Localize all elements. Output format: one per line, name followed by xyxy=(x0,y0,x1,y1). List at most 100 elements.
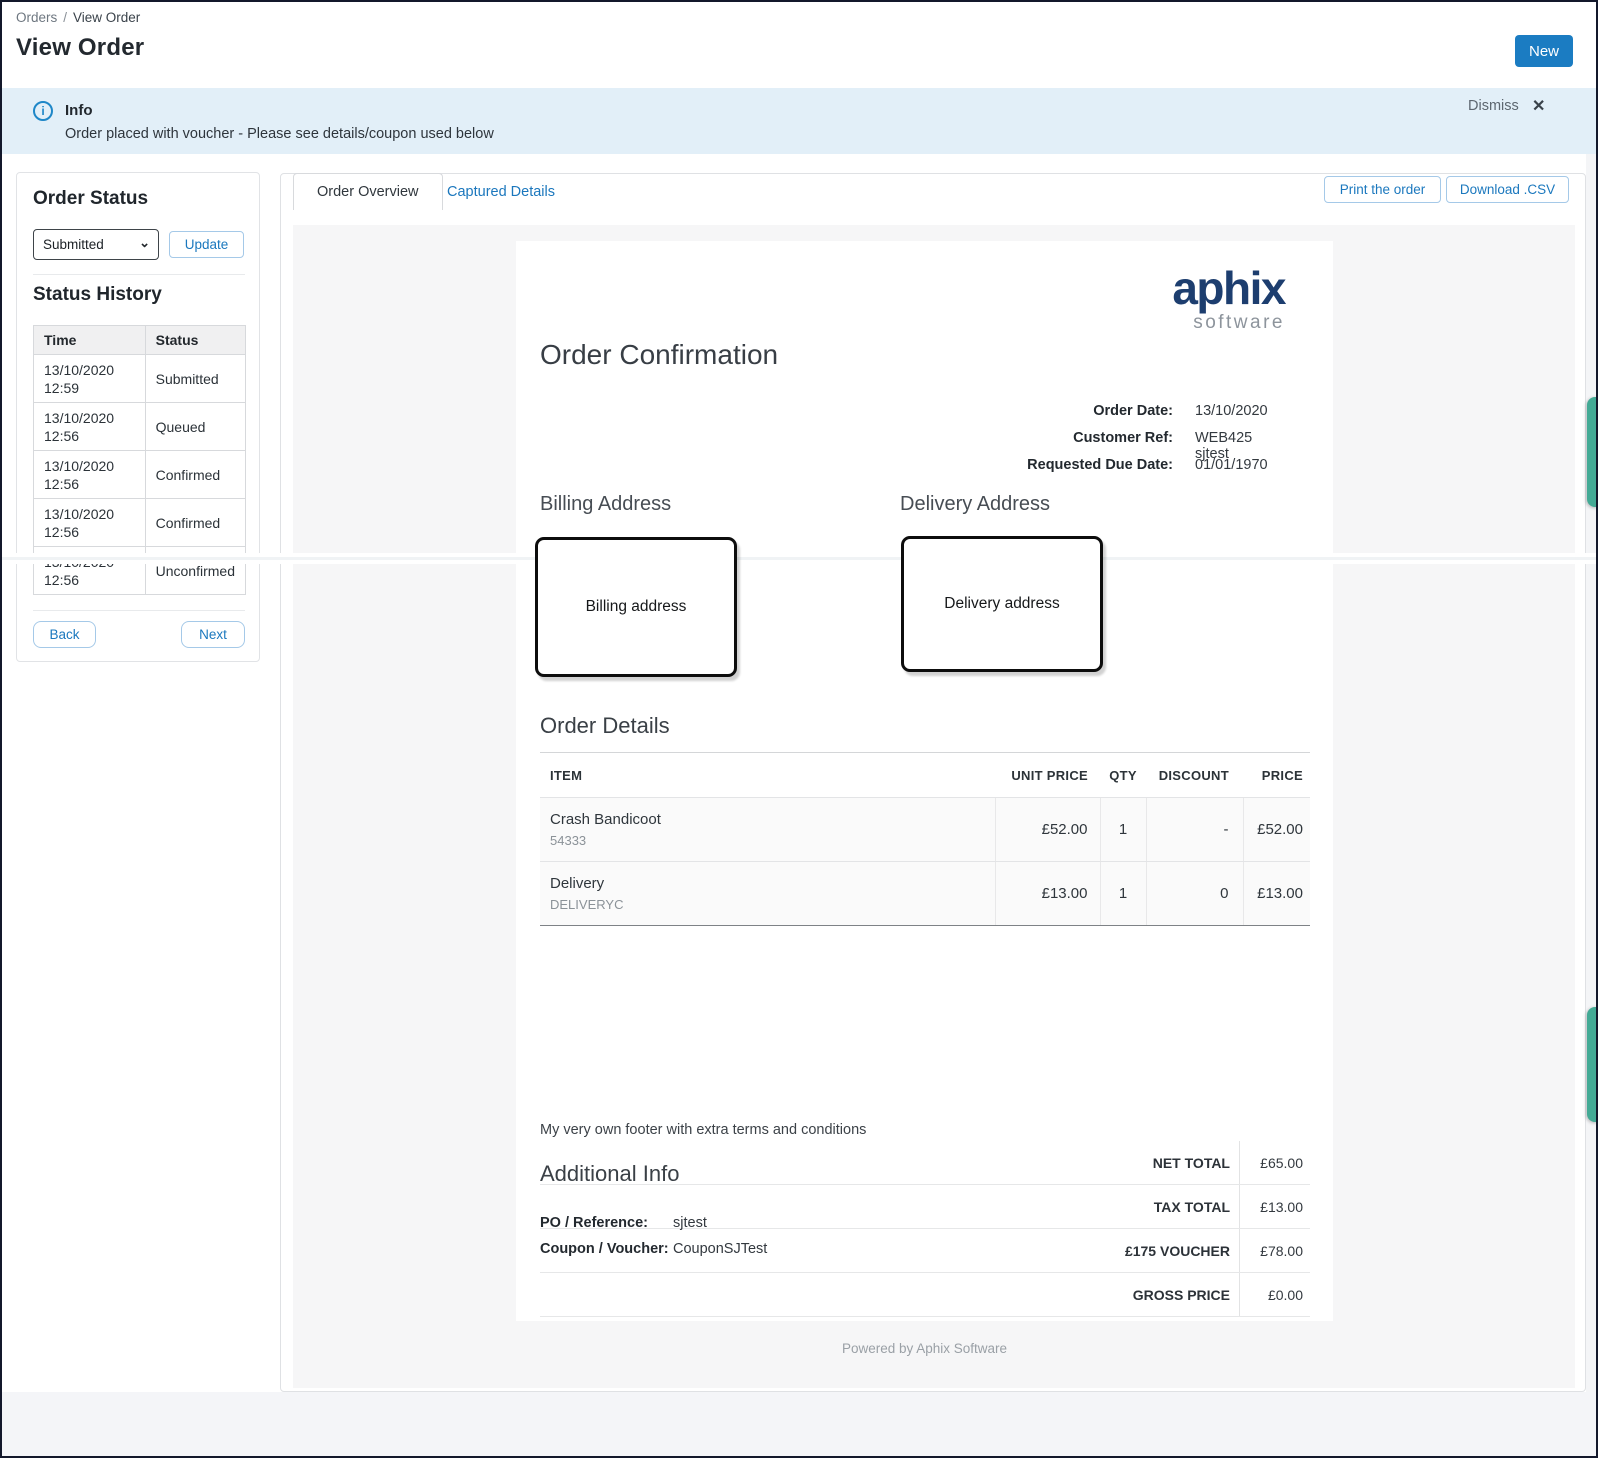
item-discount: - xyxy=(1146,798,1243,862)
breadcrumb: Orders / View Order xyxy=(16,10,140,25)
order-status-heading: Order Status xyxy=(33,188,148,210)
order-confirmation-document: aphix software Order Confirmation Order … xyxy=(516,241,1333,1321)
item-discount: 0 xyxy=(1146,862,1243,926)
delivery-address-box: Delivery address xyxy=(901,536,1103,672)
meta-row-due-date: Requested Due Date: 01/01/1970 xyxy=(1027,457,1287,484)
history-status: Queued xyxy=(145,403,245,451)
logo-brand-text: aphix xyxy=(1172,265,1285,311)
update-button[interactable]: Update xyxy=(169,231,244,258)
item-qty: 1 xyxy=(1100,798,1146,862)
column-header-status: Status xyxy=(145,326,245,355)
total-value: £13.00 xyxy=(1240,1185,1310,1228)
banner-message: Order placed with voucher - Please see d… xyxy=(65,126,494,142)
table-row: 13/10/2020 12:56 Confirmed xyxy=(34,451,246,499)
additional-info-heading: Additional Info xyxy=(540,1161,679,1187)
table-row: 13/10/2020 12:56 Queued xyxy=(34,403,246,451)
order-status-card: Order Status Submitted ⌄ Update Status H… xyxy=(16,172,260,662)
history-time: 13/10/2020 12:56 xyxy=(34,499,146,547)
dismiss-button[interactable]: Dismiss xyxy=(1468,98,1519,114)
total-value: £0.00 xyxy=(1240,1273,1310,1316)
next-button[interactable]: Next xyxy=(181,621,245,648)
history-status: Confirmed xyxy=(145,451,245,499)
history-time: 13/10/2020 12:56 xyxy=(34,451,146,499)
breadcrumb-current: View Order xyxy=(73,10,140,25)
right-margin-strip xyxy=(1586,154,1596,1392)
column-header-time: Time xyxy=(34,326,146,355)
status-select-value: Submitted xyxy=(43,237,104,252)
meta-label: Order Date: xyxy=(1093,403,1173,419)
delivery-address-heading: Delivery Address xyxy=(900,493,1050,516)
back-button[interactable]: Back xyxy=(33,621,96,648)
info-icon: i xyxy=(33,101,53,121)
meta-value: 13/10/2020 xyxy=(1195,403,1287,419)
download-csv-button[interactable]: Download .CSV xyxy=(1446,176,1569,203)
column-header-item: ITEM xyxy=(540,753,995,798)
item-sku: 54333 xyxy=(550,833,995,848)
history-time: 13/10/2020 12:59 xyxy=(34,355,146,403)
column-header-unit-price: UNIT PRICE xyxy=(995,753,1100,798)
page-break-band xyxy=(2,553,1596,564)
info-value: sjtest xyxy=(673,1215,707,1231)
item-cell: Crash Bandicoot 54333 xyxy=(540,798,995,862)
table-row: 13/10/2020 12:59 Submitted xyxy=(34,355,246,403)
order-overview-card: Order Overview Captured Details Print th… xyxy=(280,173,1586,1392)
history-time: 13/10/2020 12:56 xyxy=(34,403,146,451)
logo-sub-text: software xyxy=(1172,313,1285,332)
right-edge-tab-top[interactable] xyxy=(1587,397,1598,507)
billing-address-heading: Billing Address xyxy=(540,493,671,516)
info-row-po-reference: PO / Reference: sjtest xyxy=(540,1215,767,1241)
status-select[interactable]: Submitted ⌄ xyxy=(33,229,159,260)
banner-title: Info xyxy=(65,102,93,119)
column-header-qty: QTY xyxy=(1100,753,1146,798)
info-banner xyxy=(2,88,1596,154)
info-value: CouponSJTest xyxy=(673,1241,767,1257)
tab-order-overview[interactable]: Order Overview xyxy=(293,173,443,210)
chevron-down-icon: ⌄ xyxy=(139,235,150,251)
order-details-heading: Order Details xyxy=(540,713,670,739)
print-order-button[interactable]: Print the order xyxy=(1324,176,1441,203)
meta-row-order-date: Order Date: 13/10/2020 xyxy=(1027,403,1287,430)
breadcrumb-separator: / xyxy=(63,10,67,25)
total-row-gross: GROSS PRICE £0.00 xyxy=(540,1273,1310,1317)
tab-captured-details[interactable]: Captured Details xyxy=(424,174,578,210)
item-price: £52.00 xyxy=(1243,798,1310,862)
total-value: £78.00 xyxy=(1240,1229,1310,1272)
history-status: Confirmed xyxy=(145,499,245,547)
bottom-margin-strip xyxy=(2,1392,1596,1456)
item-qty: 1 xyxy=(1100,862,1146,926)
item-unit-price: £52.00 xyxy=(995,798,1100,862)
item-unit-price: £13.00 xyxy=(995,862,1100,926)
powered-by-text: Powered by Aphix Software xyxy=(516,1341,1333,1356)
info-label: Coupon / Voucher: xyxy=(540,1241,673,1257)
order-meta: Order Date: 13/10/2020 Customer Ref: WEB… xyxy=(1027,403,1287,484)
total-label: GROSS PRICE xyxy=(540,1273,1240,1316)
item-row: Crash Bandicoot 54333 £52.00 1 - £52.00 xyxy=(540,798,1310,862)
item-row: Delivery DELIVERYC £13.00 1 0 £13.00 xyxy=(540,862,1310,926)
meta-label: Requested Due Date: xyxy=(1027,457,1173,473)
item-cell: Delivery DELIVERYC xyxy=(540,862,995,926)
item-price: £13.00 xyxy=(1243,862,1310,926)
column-header-discount: DISCOUNT xyxy=(1146,753,1243,798)
info-row-coupon-voucher: Coupon / Voucher: CouponSJTest xyxy=(540,1241,767,1267)
item-name: Crash Bandicoot xyxy=(550,811,995,828)
document-viewer-panel: aphix software Order Confirmation Order … xyxy=(293,225,1575,1388)
meta-value: 01/01/1970 xyxy=(1195,457,1287,473)
status-history-heading: Status History xyxy=(33,284,162,306)
order-items-table: ITEM UNIT PRICE QTY DISCOUNT PRICE Crash… xyxy=(540,752,1310,926)
table-header-row: Time Status xyxy=(34,326,246,355)
breadcrumb-orders-link[interactable]: Orders xyxy=(16,10,57,25)
new-order-button[interactable]: New xyxy=(1515,35,1573,67)
document-heading: Order Confirmation xyxy=(540,339,778,371)
right-edge-tab-bottom[interactable] xyxy=(1587,1007,1598,1122)
divider xyxy=(33,610,245,611)
meta-label: Customer Ref: xyxy=(1073,430,1173,446)
page-title: View Order xyxy=(16,34,144,62)
total-value: £65.00 xyxy=(1240,1141,1310,1184)
meta-row-customer-ref: Customer Ref: WEB425 sjtest xyxy=(1027,430,1287,457)
additional-info-rows: PO / Reference: sjtest Coupon / Voucher:… xyxy=(540,1215,767,1267)
items-header-row: ITEM UNIT PRICE QTY DISCOUNT PRICE xyxy=(540,753,1310,798)
close-icon[interactable]: ✕ xyxy=(1532,96,1545,116)
document-footer-note: My very own footer with extra terms and … xyxy=(540,1122,866,1138)
divider xyxy=(33,274,245,275)
order-view-page: Orders/View Order View Order New i Info … xyxy=(0,0,1598,1458)
